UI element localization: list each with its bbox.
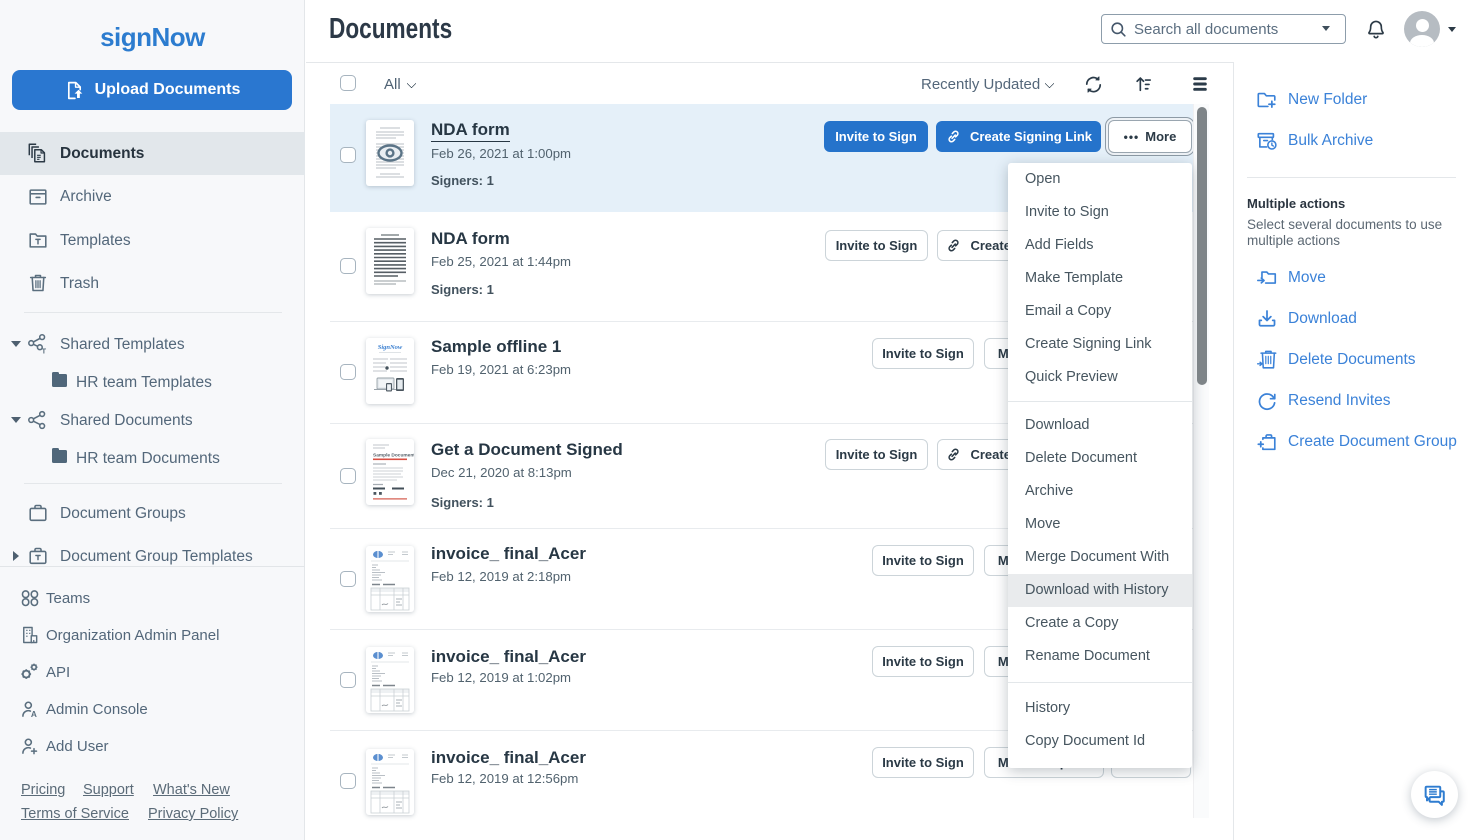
svg-text:A: A <box>31 709 37 719</box>
svg-text:T: T <box>42 347 47 355</box>
svg-text:SignNow: SignNow <box>378 344 403 351</box>
svg-text:Sample Document: Sample Document <box>373 453 414 459</box>
